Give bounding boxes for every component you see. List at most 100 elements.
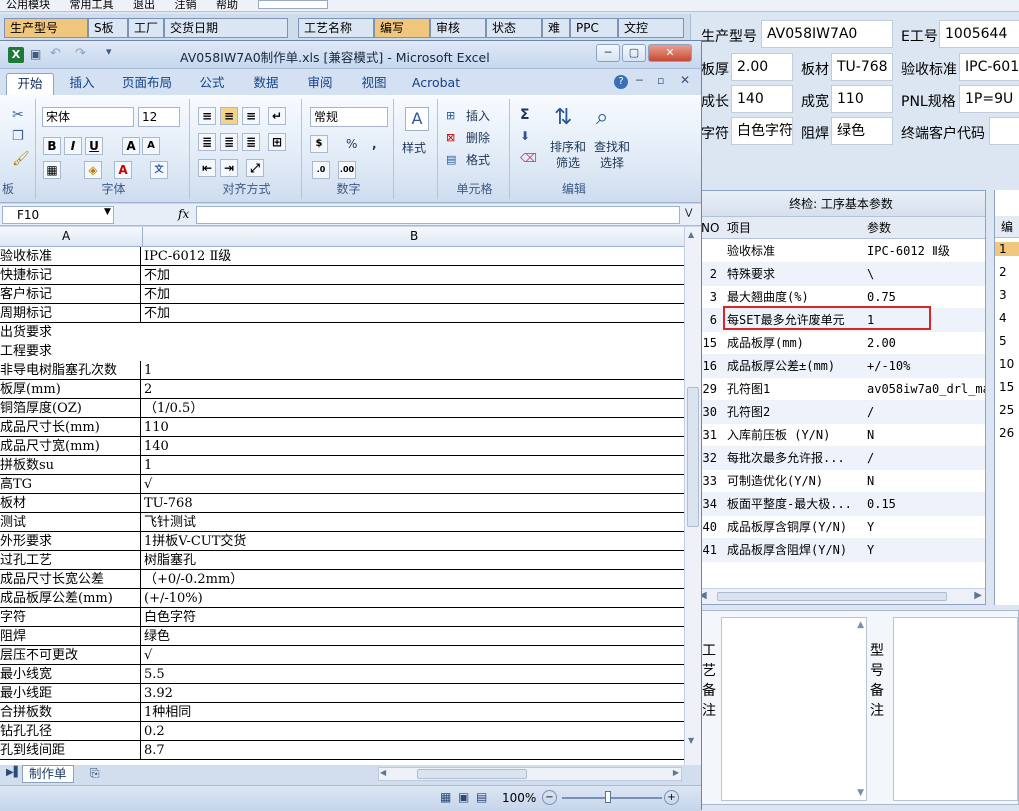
cell-a[interactable]: 最小线距 [0, 684, 141, 703]
tab-view[interactable]: 视图 [352, 73, 396, 95]
field-customer[interactable] [989, 117, 1019, 145]
cell-a[interactable]: 客户标记 [0, 285, 141, 304]
sort-filter-button[interactable]: 排序和筛选 [548, 139, 588, 170]
sheet-row[interactable]: 拼板数su 1 [0, 456, 684, 475]
far-right-row[interactable]: 1 [995, 242, 1019, 256]
cell-b[interactable]: 1 [144, 456, 684, 475]
vscroll-up-icon[interactable]: ▲ [688, 230, 694, 239]
sheet-row[interactable]: 板材 TU-768 [0, 494, 684, 513]
tab-insert[interactable]: 插入 [60, 73, 104, 95]
cut-icon[interactable]: ✂ [12, 107, 24, 123]
column-b-header[interactable]: B [410, 227, 418, 246]
params-row[interactable]: 29 孔符图1 av058iw7a0_drl_ma [697, 378, 985, 401]
far-right-row[interactable]: 4 [999, 311, 1007, 325]
cell-a[interactable]: 成品板厚公差(mm) [0, 589, 141, 608]
field-eno[interactable]: 1005644 [939, 20, 1019, 48]
grid-col-s[interactable]: S板 [88, 18, 128, 38]
maximize-button[interactable]: ▢ [622, 44, 646, 62]
params-row[interactable]: 2 特殊要求 \ [697, 263, 985, 286]
params-row[interactable]: 34 板面平整度-最大极... 0.15 [697, 493, 985, 516]
sheet-row[interactable]: 快捷标记 不加 [0, 266, 684, 285]
menu-help[interactable]: 帮助 [216, 0, 238, 11]
cell-a[interactable]: 工程要求 [0, 342, 141, 361]
params-row[interactable]: 32 每批次最多允许报... / [697, 447, 985, 470]
sheet-tab-main[interactable]: 制作单 [22, 765, 74, 783]
menu-public[interactable]: 公用模块 [6, 0, 50, 11]
zoom-level[interactable]: 100% [502, 791, 536, 805]
cell-a[interactable]: 成品尺寸长(mm) [0, 418, 141, 437]
cell-b[interactable]: 1 [144, 361, 684, 380]
find-select-button[interactable]: 查找和选择 [592, 139, 632, 170]
cell-a[interactable]: 周期标记 [0, 304, 141, 323]
insert-cells-button[interactable]: 插入 [466, 107, 490, 127]
name-box-dropdown-icon[interactable]: ▼ [104, 207, 111, 217]
sheet-row[interactable]: 验收标准 IPC-6012 Ⅱ级 [0, 247, 684, 266]
sheet-row[interactable]: 阻焊 绿色 [0, 627, 684, 646]
grid-col-model[interactable]: 生产型号 [4, 18, 88, 38]
vscroll-down-icon[interactable]: ▼ [688, 736, 694, 745]
autosum-icon[interactable]: Σ [520, 107, 530, 123]
cell-b[interactable]: 绿色 [144, 627, 684, 646]
hscrollbar[interactable]: ◀ ▶ [378, 767, 682, 781]
cell-a[interactable]: 板厚(mm) [0, 380, 141, 399]
sheet-row[interactable]: 铜箔厚度(OZ) （1/0.5） [0, 399, 684, 418]
menu-logout[interactable]: 注销 [175, 0, 197, 11]
scroll-up-icon[interactable]: ▲ [857, 620, 864, 630]
grid-col-review[interactable]: 审核 [430, 18, 486, 38]
decrease-decimal-icon[interactable]: .00 [338, 161, 356, 179]
cell-a[interactable]: 过孔工艺 [0, 551, 141, 570]
currency-icon[interactable]: $ [310, 135, 328, 153]
merge-icon[interactable]: ⊞ [268, 133, 286, 151]
formula-input[interactable] [196, 206, 680, 224]
underline-icon[interactable]: U [85, 137, 103, 155]
sheet-row[interactable]: 高TG √ [0, 475, 684, 494]
styles-button[interactable]: 样式 [402, 139, 426, 159]
name-box[interactable]: F10 [2, 206, 114, 224]
cell-a[interactable]: 钻孔孔径 [0, 722, 141, 741]
decrease-indent-icon[interactable]: ⇤ [198, 159, 216, 177]
sheet-row[interactable]: 客户标记 不加 [0, 285, 684, 304]
cell-b[interactable]: 飞针测试 [144, 513, 684, 532]
cell-b[interactable]: 140 [144, 437, 684, 456]
hscroll-thumb[interactable] [417, 769, 527, 779]
field-model[interactable]: AV058IW7A0 [761, 20, 893, 48]
sheet-row[interactable]: 层压不可更改 √ [0, 646, 684, 665]
cell-b[interactable]: TU-768 [144, 494, 684, 513]
cell-b[interactable]: 8.7 [144, 741, 684, 760]
copy-icon[interactable]: ❐ [12, 129, 24, 144]
grid-col-process[interactable]: 工艺名称 [298, 18, 374, 38]
grid-col-ppc[interactable]: PPC [570, 18, 618, 38]
cell-a[interactable]: 阻焊 [0, 627, 141, 646]
cell-b[interactable]: IPC-6012 Ⅱ级 [144, 247, 684, 266]
insert-function-icon[interactable]: fx [178, 207, 189, 221]
cell-a[interactable]: 合拼板数 [0, 703, 141, 722]
field-width[interactable]: 110 [831, 85, 893, 113]
clear-icon[interactable]: ⌫ [520, 151, 537, 165]
insert-cells-icon[interactable]: ⊞ [446, 109, 455, 122]
minimize-button[interactable]: ─ [596, 44, 620, 62]
field-pnl[interactable]: 1P=9U [959, 85, 1019, 113]
align-right-icon[interactable]: ≣ [242, 133, 260, 151]
sheet-row[interactable]: 最小线宽 5.5 [0, 665, 684, 684]
font-color-icon[interactable]: A [114, 161, 132, 179]
format-painter-icon[interactable]: 🖌 [12, 151, 30, 167]
zoom-slider[interactable] [562, 797, 662, 799]
cell-b[interactable]: √ [144, 646, 684, 665]
cell-a[interactable]: 拼板数su [0, 456, 141, 475]
percent-button[interactable]: % [346, 135, 357, 155]
cell-b[interactable]: 不加 [144, 266, 684, 285]
sheet-row[interactable]: 过孔工艺 树脂塞孔 [0, 551, 684, 570]
far-right-row[interactable]: 15 [999, 380, 1014, 394]
grid-col-author[interactable]: 编写 [374, 18, 430, 38]
cell-b[interactable]: 2 [144, 380, 684, 399]
cell-b[interactable]: 1拼板V-CUT交货 [144, 532, 684, 551]
align-bottom-icon[interactable]: ≡ [242, 107, 260, 125]
tab-formulas[interactable]: 公式 [190, 73, 234, 95]
italic-icon[interactable]: I [64, 137, 82, 155]
field-thickness[interactable]: 2.00 [731, 53, 793, 81]
far-right-row[interactable]: 3 [999, 288, 1007, 302]
sheet-row[interactable]: 字符 白色字符 [0, 608, 684, 627]
align-left-icon[interactable]: ≣ [198, 133, 216, 151]
align-middle-icon[interactable]: ≡ [220, 107, 238, 125]
cell-a[interactable]: 非导电树脂塞孔次数 [0, 361, 141, 380]
